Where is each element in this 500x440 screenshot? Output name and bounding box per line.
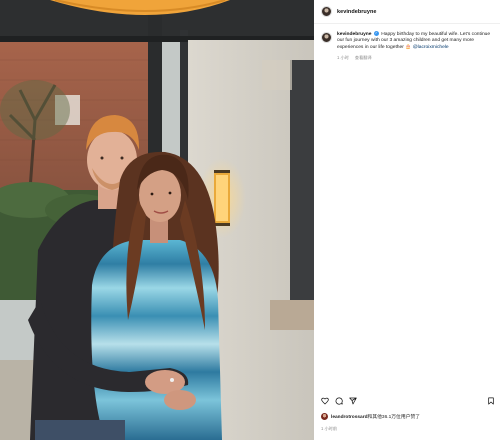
likes-text[interactable]: leandrotrossard和其他36.1万位用户赞了 — [331, 413, 420, 420]
action-bar — [321, 396, 495, 406]
caption-body: kevindebruyne ✓ Happy birthday to my bea… — [337, 31, 492, 61]
caption-avatar[interactable] — [321, 32, 332, 43]
share-button[interactable] — [349, 397, 357, 405]
avatar[interactable] — [321, 6, 332, 17]
bookmark-icon — [488, 397, 494, 405]
likes-row: leandrotrossard和其他36.1万位用户赞了 — [321, 413, 495, 420]
caption-meta: 1 小时 查看翻译 — [337, 55, 492, 61]
heart-icon — [321, 397, 329, 405]
couple-photo — [0, 0, 314, 440]
verified-badge-icon: ✓ — [373, 31, 379, 36]
caption-mention[interactable]: @lacroixmichele — [413, 45, 449, 50]
like-button[interactable] — [321, 397, 329, 405]
caption-age: 1 小时 — [337, 55, 349, 61]
post-timestamp: 1 小时前 — [321, 426, 338, 431]
see-translation-link[interactable]: 查看翻译 — [355, 55, 372, 61]
caption: kevindebruyne ✓ Happy birthday to my bea… — [321, 31, 495, 61]
post-side-panel: kevindebruyne kevindebruyne ✓ Happy birt… — [314, 0, 500, 440]
caption-text: kevindebruyne ✓ Happy birthday to my bea… — [337, 31, 492, 51]
header-username[interactable]: kevindebruyne — [337, 9, 376, 15]
post-header: kevindebruyne — [314, 0, 500, 24]
liker-avatar[interactable] — [321, 413, 328, 420]
likes-count-text: 和其他36.1万位用户赞了 — [367, 415, 421, 420]
save-button[interactable] — [487, 397, 495, 405]
liker-username[interactable]: leandrotrossard — [331, 415, 368, 420]
comment-button[interactable] — [335, 397, 343, 405]
comment-icon — [335, 397, 343, 405]
caption-username[interactable]: kevindebruyne — [337, 32, 372, 37]
share-icon — [349, 397, 357, 405]
post-photo[interactable] — [0, 0, 314, 440]
